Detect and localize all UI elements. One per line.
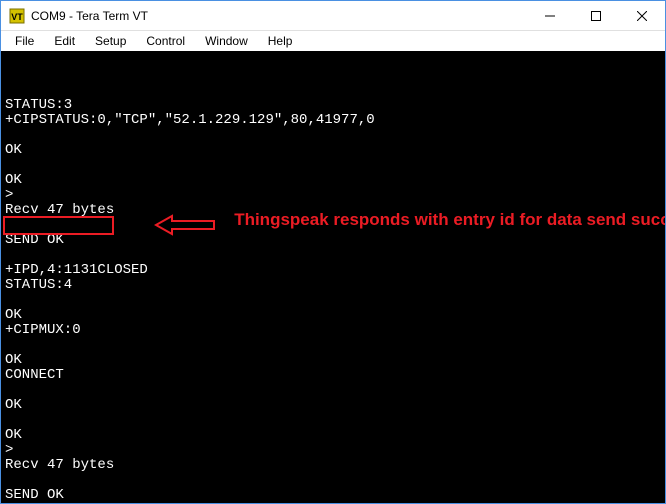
terminal-line: +CIPMUX:0 [5,323,661,338]
menu-edit[interactable]: Edit [44,32,85,50]
terminal-line: +IPD,4:1131CLOSED [5,263,661,278]
terminal-line: CONNECT [5,368,661,383]
maximize-button[interactable] [573,1,619,31]
terminal-output[interactable]: STATUS:3+CIPSTATUS:0,"TCP","52.1.229.129… [1,51,665,503]
terminal-line: > [5,188,661,203]
terminal-line [5,338,661,353]
menu-setup[interactable]: Setup [85,32,136,50]
terminal-line: OK [5,398,661,413]
app-window: VT COM9 - Tera Term VT File Edit Setup C… [0,0,666,504]
menu-help[interactable]: Help [258,32,303,50]
terminal-line: STATUS:4 [5,278,661,293]
app-icon: VT [9,8,25,24]
annotation-text: Thingspeak responds with entry id for da… [234,210,584,229]
terminal-line: OK [5,308,661,323]
svg-text:VT: VT [11,12,23,22]
terminal-line [5,293,661,308]
window-title: COM9 - Tera Term VT [31,9,148,23]
menu-window[interactable]: Window [195,32,258,50]
terminal-line: +CIPSTATUS:0,"TCP","52.1.229.129",80,419… [5,113,661,128]
menu-control[interactable]: Control [136,32,195,50]
terminal-line: OK [5,143,661,158]
terminal-line [5,413,661,428]
close-button[interactable] [619,1,665,31]
terminal-line: STATUS:3 [5,98,661,113]
minimize-button[interactable] [527,1,573,31]
terminal-line: SEND OK [5,233,661,248]
terminal-line: OK [5,353,661,368]
menubar: File Edit Setup Control Window Help [1,31,665,51]
terminal-line [5,158,661,173]
terminal-line: OK [5,428,661,443]
terminal-line: SEND OK [5,488,661,503]
menu-file[interactable]: File [5,32,44,50]
terminal-line: OK [5,173,661,188]
terminal-line: > [5,443,661,458]
terminal-line: Recv 47 bytes [5,458,661,473]
terminal-line [5,128,661,143]
terminal-line [5,473,661,488]
terminal-line [5,248,661,263]
titlebar[interactable]: VT COM9 - Tera Term VT [1,1,665,31]
terminal-line [5,383,661,398]
